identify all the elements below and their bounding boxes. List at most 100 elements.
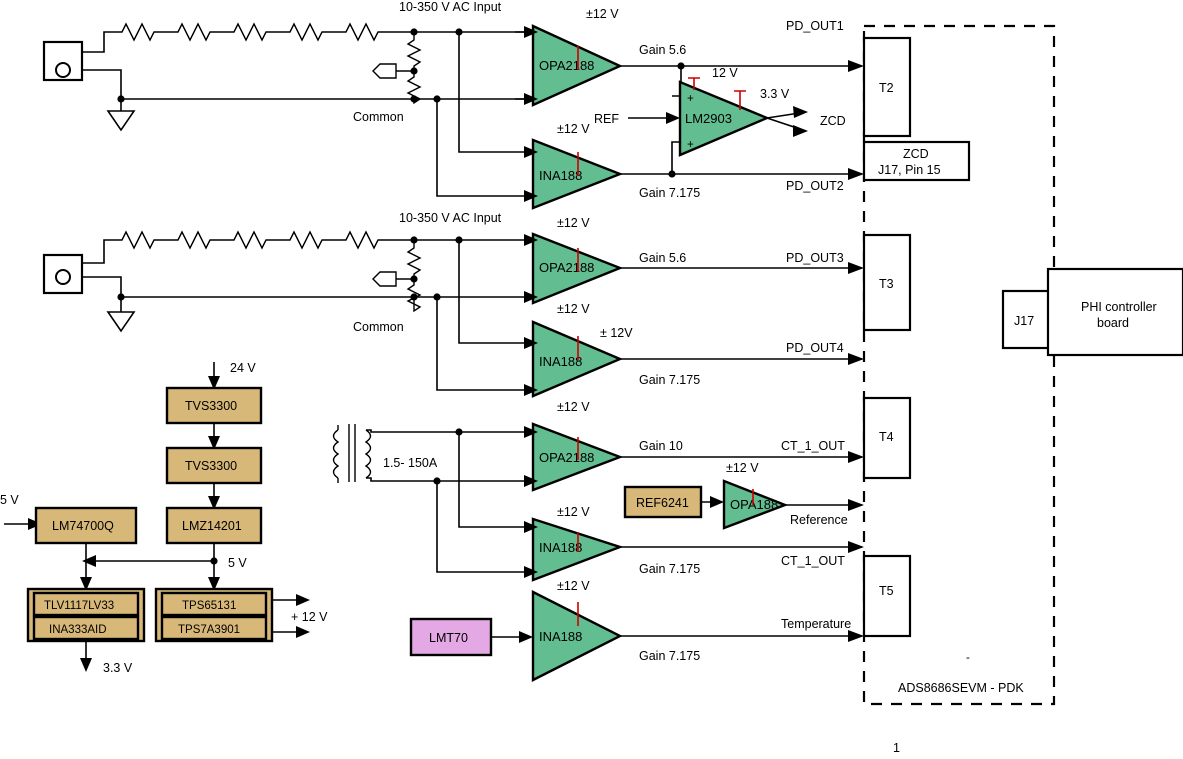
power-block-lm74700q-label: LM74700Q (52, 519, 114, 533)
block-diagram-canvas: ADS8686SEVM - PDK - Common 10-350 V AC I… (0, 0, 1183, 759)
common-label-2: Common (353, 320, 404, 334)
signal-label-ct1-out-upper: CT_1_OUT (781, 439, 845, 453)
gain-label-ina188-2: Gain 7.175 (639, 373, 700, 387)
arrow-12v-out-upper (296, 594, 310, 606)
power-block-tvs3300-2-label: TVS3300 (185, 459, 237, 473)
arrow-33v-out (80, 658, 92, 672)
rail-label-ina188-2: ± 12V (600, 326, 633, 340)
ref-input-label: REF (594, 112, 619, 126)
signal-label-ct1-out-lower: CT_1_OUT (781, 554, 845, 568)
gain-label-opa2188-1: Gain 5.6 (639, 43, 686, 57)
zcd-connector-line2: J17, Pin 15 (878, 163, 941, 177)
arrow-pd-out4 (848, 353, 864, 365)
wire-ch1-com-to-ina (436, 99, 530, 197)
power-mid-rail-label: 5 V (228, 556, 247, 570)
arrow-zcd-upper (793, 106, 808, 118)
power-block-lmz14201-label: LMZ14201 (182, 519, 242, 533)
ac-input-label-1: 10-350 V AC Input (399, 0, 502, 14)
wire-ch1-hot-to-ina (458, 32, 530, 153)
transformer-secondary-coil (364, 429, 372, 479)
power-block-tlv1117lv33-label: TLV1117LV33 (44, 600, 114, 612)
wire-ct-to-ina-plus (458, 432, 530, 528)
schematic-svg: ADS8686SEVM - PDK - Common 10-350 V AC I… (0, 0, 1183, 755)
wire-ct-sec-bottom (366, 477, 437, 482)
signal-label-pd-out2: PD_OUT2 (786, 179, 844, 193)
power-block-tps65131-label: TPS65131 (182, 600, 236, 612)
comparator-plus-top: + (687, 93, 694, 105)
amplifier-ina188-2-label: INA188 (539, 354, 582, 369)
wire-ch2-hot-to-ina (458, 240, 530, 344)
input-connector-2-pin (55, 269, 71, 285)
rail-label-opa2188-2b: ±12 V (557, 302, 590, 316)
common-label-1: Common (353, 110, 404, 124)
rail-label-opa2188-2: ±12 V (557, 216, 590, 230)
resistor-1b (160, 22, 216, 42)
arrow-ct1-out-upper (848, 451, 864, 463)
power-input-5v-label: 5 V (0, 493, 19, 507)
resistor-1c (216, 22, 272, 42)
wire-conn2-top (82, 239, 116, 264)
rail-label-ina188-1: ±12 V (557, 122, 590, 136)
power-out-12v-label: + 12 V (291, 610, 328, 624)
resistor-1e (328, 22, 414, 42)
resistor-2d (272, 230, 328, 250)
arrow-pd-out3 (848, 262, 864, 274)
rail-label-ina188-4: ±12 V (557, 579, 590, 593)
resistor-2c (216, 230, 272, 250)
zcd-connector-line1: ZCD (903, 147, 929, 161)
arrow-lmt70-out (519, 631, 533, 643)
arrow-ref-input (666, 112, 680, 124)
amplifier-ina188-1-label: INA188 (539, 168, 582, 183)
arrow-ref-buffer-in (710, 496, 724, 508)
wire-ct-sec-top (366, 429, 459, 433)
signal-label-pd-out4: PD_OUT4 (786, 341, 844, 355)
rail-label-lm2903-33v: 3.3 V (760, 87, 790, 101)
terminal-t5-label: T5 (879, 584, 894, 598)
arrow-ct1-out-lower (848, 541, 864, 553)
arrow-5v-bus-left (82, 555, 96, 567)
reference-source-label: REF6241 (636, 496, 689, 510)
comparator-lm2903-label: LM2903 (685, 111, 732, 126)
power-out-33v-label: 3.3 V (103, 661, 133, 675)
rail-label-ina188-3: ±12 V (557, 505, 590, 519)
resistor-1d (272, 22, 328, 42)
signal-label-zcd: ZCD (820, 114, 846, 128)
transformer-core (348, 424, 356, 482)
comparator-plus-bottom: + (687, 139, 694, 151)
ct-range-label: 1.5- 150A (383, 456, 438, 470)
phi-controller-line1: PHI controller (1081, 300, 1157, 314)
rail-label-opa188-buffer: ±12 V (726, 461, 759, 475)
arrow-12v-out-lower (296, 626, 310, 638)
power-block-ina333aid-label: INA333AID (49, 624, 107, 636)
ground-symbol-2 (106, 311, 136, 333)
enclosure-label: ADS8686SEVM - PDK (898, 681, 1024, 695)
pot-1-wiper-tag (372, 63, 397, 79)
arrow-temperature-out (848, 630, 864, 642)
signal-label-pd-out3: PD_OUT3 (786, 251, 844, 265)
wire-conn2-bottom (82, 276, 122, 297)
amplifier-opa2188-3-label: OPA2188 (539, 450, 594, 465)
signal-label-reference: Reference (790, 513, 848, 527)
page-number: 1 (893, 741, 900, 755)
rail-label-lm2903-12v: 12 V (712, 66, 738, 80)
gain-label-opa2188-3: Gain 10 (639, 439, 683, 453)
arrow-pd-out2 (848, 168, 864, 180)
input-connector-1-pin (55, 62, 71, 78)
amplifier-ina188-4-label: INA188 (539, 629, 582, 644)
power-input-24v-label: 24 V (230, 361, 256, 375)
temperature-sensor-label: LMT70 (429, 631, 468, 645)
amplifier-opa2188-2-label: OPA2188 (539, 260, 594, 275)
resistor-1a (116, 22, 160, 42)
pot-1-upper (406, 32, 422, 71)
gain-label-ina188-3: Gain 7.175 (639, 562, 700, 576)
resistor-2b (160, 230, 216, 250)
arrow-pd-out1 (848, 60, 864, 72)
ac-input-label-2: 10-350 V AC Input (399, 211, 502, 225)
phi-controller-line2: board (1097, 316, 1129, 330)
resistor-2e (328, 230, 414, 250)
transformer-primary-coil (332, 429, 340, 479)
rail-label-opa2188-1: ±12 V (586, 7, 619, 21)
amplifier-opa188-buffer-label: OPA188 (730, 497, 778, 512)
gain-label-ina188-4: Gain 7.175 (639, 649, 700, 663)
resistor-2a (116, 230, 160, 250)
